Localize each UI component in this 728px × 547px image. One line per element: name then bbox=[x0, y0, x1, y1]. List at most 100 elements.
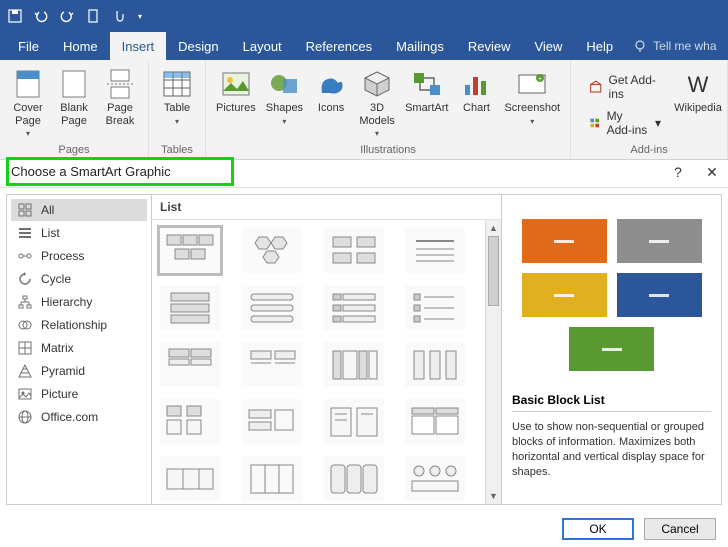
thumb-basic-block-list[interactable] bbox=[160, 228, 220, 273]
tab-view[interactable]: View bbox=[522, 32, 574, 60]
page-break-icon bbox=[104, 68, 136, 100]
new-doc-button[interactable] bbox=[82, 5, 104, 27]
thumb-pie-process[interactable] bbox=[324, 342, 384, 387]
thumb-grouped-list[interactable] bbox=[160, 399, 220, 444]
icons-button[interactable]: Icons bbox=[309, 66, 353, 117]
shapes-icon bbox=[268, 68, 300, 100]
hierarchy-icon bbox=[17, 294, 33, 310]
ribbon: CoverPage▾ BlankPage PageBreak Pages Tab… bbox=[0, 60, 728, 160]
svg-text:W: W bbox=[688, 72, 709, 96]
qat-customize-caret[interactable]: ▾ bbox=[138, 12, 142, 21]
category-pyramid[interactable]: Pyramid bbox=[11, 360, 147, 382]
ribbon-group-pages: CoverPage▾ BlankPage PageBreak Pages bbox=[0, 60, 149, 159]
preview-desc: Use to show non-sequential or grouped bl… bbox=[512, 420, 711, 479]
ok-button[interactable]: OK bbox=[562, 518, 634, 540]
save-button[interactable] bbox=[4, 5, 26, 27]
table-icon bbox=[161, 68, 193, 100]
undo-button[interactable] bbox=[30, 5, 52, 27]
thumb-stacked-list[interactable] bbox=[160, 342, 220, 387]
thumb-bending-picture[interactable] bbox=[405, 342, 465, 387]
dialog-close-button[interactable]: ✕ bbox=[702, 164, 722, 184]
gallery-heading: List bbox=[152, 195, 501, 220]
cube-icon bbox=[361, 68, 393, 100]
addin-icon bbox=[589, 115, 600, 131]
category-hierarchy[interactable]: Hierarchy bbox=[11, 291, 147, 313]
my-addins-button[interactable]: My Add-ins ▾ bbox=[583, 106, 667, 140]
wikipedia-icon: W bbox=[682, 68, 714, 100]
thumb-tab-list[interactable] bbox=[324, 285, 384, 330]
pictures-button[interactable]: Pictures bbox=[212, 66, 260, 117]
chart-icon bbox=[460, 68, 492, 100]
thumb-segmented[interactable] bbox=[160, 456, 220, 501]
get-addins-button[interactable]: Get Add-ins bbox=[583, 70, 667, 104]
tab-insert[interactable]: Insert bbox=[110, 32, 167, 60]
preview-block bbox=[569, 327, 654, 371]
smartart-button[interactable]: SmartArt bbox=[401, 66, 452, 117]
thumb-varying-width[interactable] bbox=[242, 285, 302, 330]
thumb-vertical-curved[interactable] bbox=[242, 456, 302, 501]
cover-page-icon bbox=[12, 68, 44, 100]
category-matrix[interactable]: Matrix bbox=[11, 337, 147, 359]
scroll-thumb[interactable] bbox=[488, 236, 499, 306]
cycle-icon bbox=[17, 271, 33, 287]
cover-page-button[interactable]: CoverPage▾ bbox=[6, 66, 50, 140]
pyramid-icon bbox=[17, 363, 33, 379]
category-process[interactable]: Process bbox=[11, 245, 147, 267]
thumb-horizontal-bullet[interactable] bbox=[242, 399, 302, 444]
shapes-button[interactable]: Shapes▾ bbox=[262, 66, 307, 128]
picture-icon bbox=[17, 386, 33, 402]
screenshot-icon: + bbox=[516, 68, 548, 100]
table-button[interactable]: Table▾ bbox=[155, 66, 199, 128]
screenshot-button[interactable]: + Screenshot▾ bbox=[500, 66, 564, 128]
tab-help[interactable]: Help bbox=[574, 32, 625, 60]
category-all[interactable]: All bbox=[11, 199, 147, 221]
preview-title: Basic Block List bbox=[512, 393, 711, 412]
thumb-vertical-box[interactable] bbox=[160, 285, 220, 330]
touch-mode-button[interactable] bbox=[108, 5, 130, 27]
tab-layout[interactable]: Layout bbox=[231, 32, 294, 60]
ribbon-group-addins: Get Add-ins My Add-ins ▾ W Wikipedia Add… bbox=[571, 60, 728, 159]
category-relationship[interactable]: Relationship bbox=[11, 314, 147, 336]
thumb-descending[interactable] bbox=[405, 456, 465, 501]
tab-design[interactable]: Design bbox=[166, 32, 230, 60]
scroll-down-arrow[interactable]: ▼ bbox=[486, 488, 501, 504]
store-icon bbox=[589, 79, 602, 95]
models3d-button[interactable]: 3DModels▾ bbox=[355, 66, 399, 140]
category-list: All List Process Cycle Hierarchy Relatio… bbox=[7, 195, 152, 504]
globe-icon bbox=[17, 409, 33, 425]
thumb-table-list[interactable] bbox=[405, 399, 465, 444]
thumb-lined-list[interactable] bbox=[405, 228, 465, 273]
wikipedia-button[interactable]: W Wikipedia bbox=[675, 66, 721, 144]
thumb-increasing-circle[interactable] bbox=[242, 342, 302, 387]
dialog-help-button[interactable]: ? bbox=[668, 164, 688, 184]
chart-button[interactable]: Chart bbox=[454, 66, 498, 117]
tell-me-search[interactable]: Tell me wha bbox=[633, 32, 716, 60]
category-list[interactable]: List bbox=[11, 222, 147, 244]
redo-button[interactable] bbox=[56, 5, 78, 27]
gallery-wrap: List bbox=[152, 195, 501, 504]
ribbon-group-tables: Table▾ Tables bbox=[149, 60, 206, 159]
blank-page-button[interactable]: BlankPage bbox=[52, 66, 96, 129]
dialog-title: Choose a SmartArt Graphic bbox=[6, 157, 234, 186]
relationship-icon bbox=[17, 317, 33, 333]
scroll-up-arrow[interactable]: ▲ bbox=[486, 220, 501, 236]
category-office[interactable]: Office.com bbox=[11, 406, 147, 428]
thumb-alternating-hex[interactable] bbox=[242, 228, 302, 273]
tab-mailings[interactable]: Mailings bbox=[384, 32, 456, 60]
thumb-trapezoid[interactable] bbox=[324, 456, 384, 501]
gallery-scrollbar[interactable]: ▲ ▼ bbox=[485, 220, 501, 504]
svg-text:+: + bbox=[538, 76, 542, 83]
tab-home[interactable]: Home bbox=[51, 32, 110, 60]
thumb-picture-caption[interactable] bbox=[324, 228, 384, 273]
smartart-icon bbox=[411, 68, 443, 100]
category-cycle[interactable]: Cycle bbox=[11, 268, 147, 290]
page-break-button[interactable]: PageBreak bbox=[98, 66, 142, 129]
tab-review[interactable]: Review bbox=[456, 32, 523, 60]
tab-references[interactable]: References bbox=[294, 32, 384, 60]
process-icon bbox=[17, 248, 33, 264]
tab-file[interactable]: File bbox=[6, 32, 51, 60]
thumb-square-accent[interactable] bbox=[405, 285, 465, 330]
category-picture[interactable]: Picture bbox=[11, 383, 147, 405]
thumb-vertical-bracket[interactable] bbox=[324, 399, 384, 444]
cancel-button[interactable]: Cancel bbox=[644, 518, 716, 540]
